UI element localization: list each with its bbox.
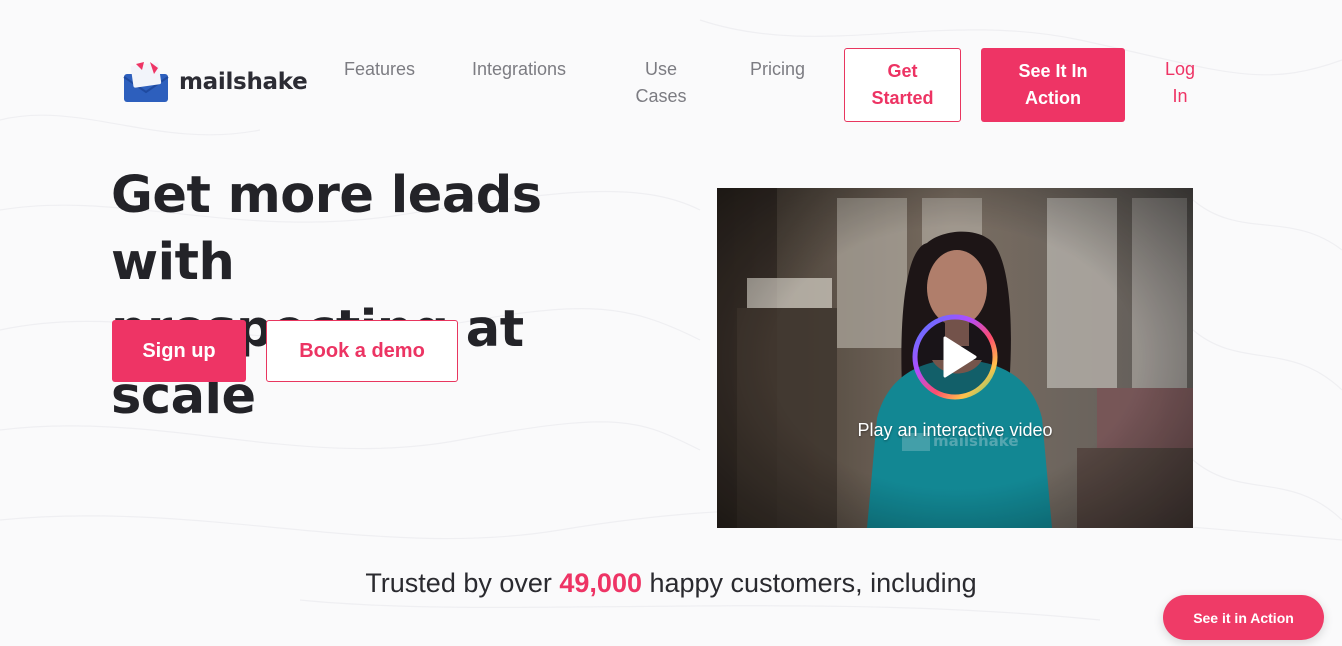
see-it-line2: Action [1025, 88, 1081, 108]
trusted-suffix: happy customers, including [641, 568, 977, 598]
get-started-button[interactable]: Get Started [844, 48, 961, 122]
interactive-video[interactable]: mailshake Play an interactive video [717, 188, 1193, 528]
hero-title: Get more leads with prospecting at scale [111, 162, 671, 430]
envelope-logo-icon [123, 62, 169, 102]
see-it-line1: See It In [1018, 61, 1088, 81]
login-line2: In [1172, 86, 1188, 106]
book-demo-button[interactable]: Book a demo [266, 320, 458, 382]
nav-use-cases-line2: Cases [635, 86, 687, 106]
mailshake-logo[interactable]: mailshake [122, 60, 308, 104]
get-started-line2: Started [871, 88, 934, 108]
nav-integrations-link[interactable]: Integrations [472, 56, 566, 83]
floating-see-it-in-action-button[interactable]: See it in Action [1163, 595, 1324, 640]
nav-features-link[interactable]: Features [344, 56, 415, 83]
nav-pricing-link[interactable]: Pricing [750, 56, 805, 83]
video-caption: Play an interactive video [857, 420, 1053, 440]
nav-use-cases-line1: Use [644, 59, 677, 79]
nav-use-cases-link[interactable]: Use Cases [628, 56, 694, 110]
see-it-in-action-button[interactable]: See It In Action [981, 48, 1125, 122]
play-icon[interactable] [911, 313, 999, 401]
login-link[interactable]: Log In [1162, 56, 1198, 110]
customer-count: 49,000 [559, 568, 642, 598]
site-header: mailshake Features Integrations Use Case… [0, 0, 1342, 140]
trusted-prefix: Trusted by over [365, 568, 560, 598]
login-line1: Log [1164, 59, 1196, 79]
get-started-line1: Get [887, 61, 918, 81]
logo-wordmark: mailshake [179, 69, 308, 95]
trusted-by-statement: Trusted by over 49,000 happy customers, … [0, 568, 1342, 599]
hero-title-line1: Get more leads with [111, 166, 542, 292]
sign-up-button[interactable]: Sign up [112, 320, 246, 382]
